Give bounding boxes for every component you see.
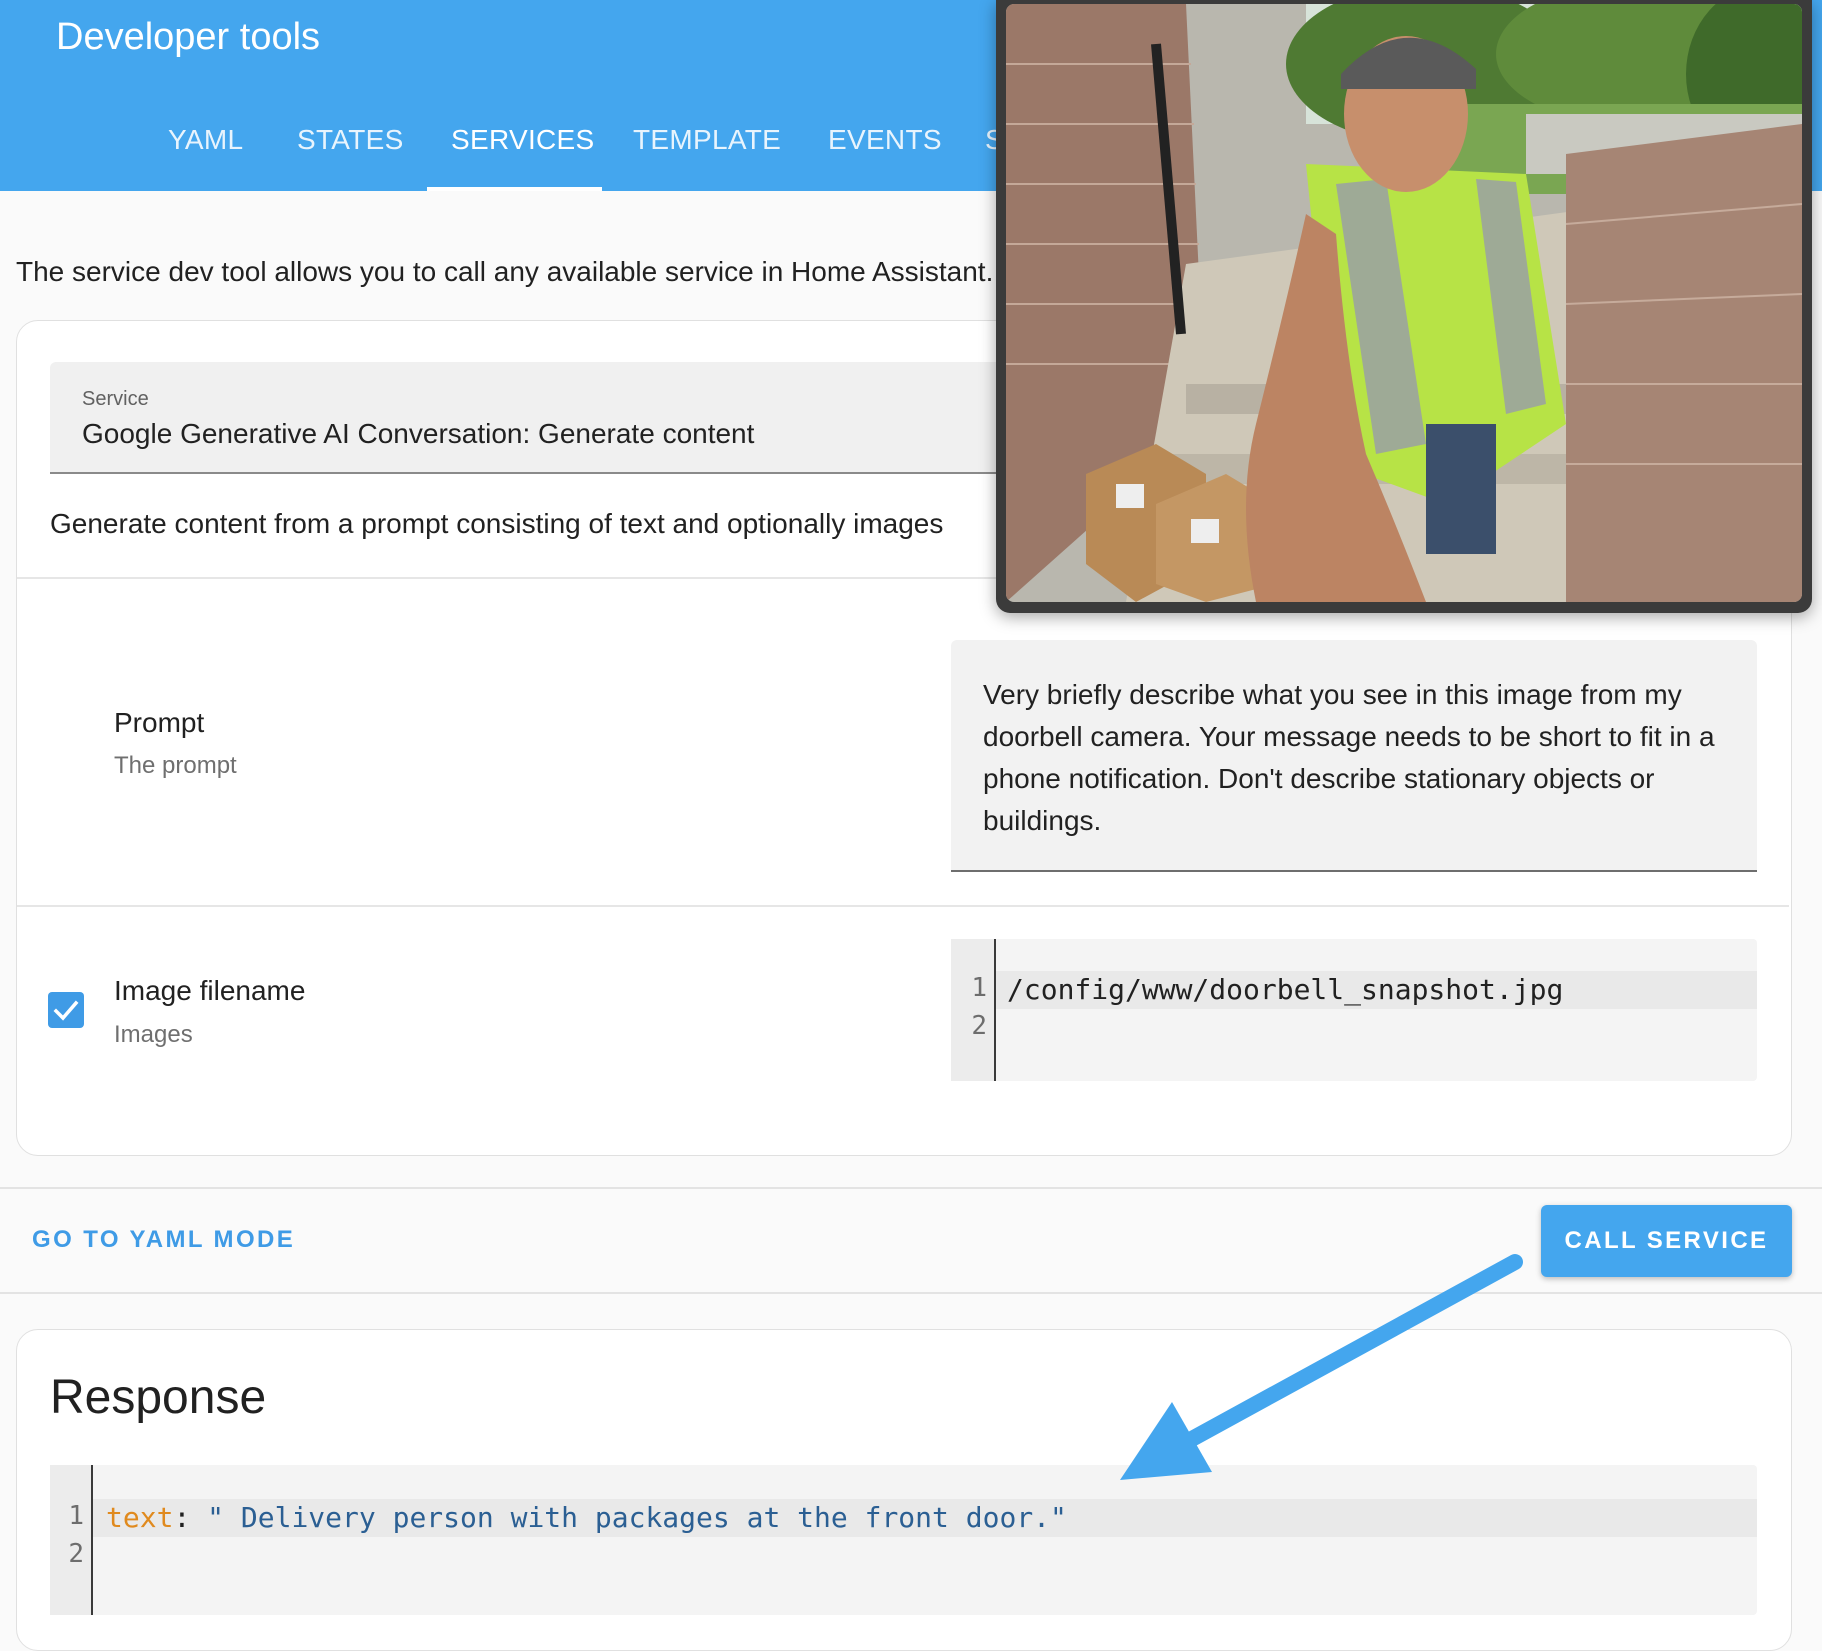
prompt-field-title: Prompt [114, 707, 205, 738]
service-label: Service [82, 388, 149, 410]
line-number: 1 [971, 973, 987, 1003]
tab-services[interactable]: SERVICES [451, 124, 595, 156]
active-tab-indicator [427, 187, 602, 191]
tab-yaml[interactable]: YAML [168, 124, 243, 156]
image-filename-checkbox[interactable] [48, 992, 84, 1028]
prompt-textarea[interactable]: Very briefly describe what you see in th… [951, 640, 1757, 872]
line-number-gutter: 1 2 [50, 1465, 93, 1615]
yaml-key: text [106, 1501, 174, 1534]
response-title: Response [50, 1371, 267, 1424]
line-number: 2 [971, 1011, 987, 1041]
yaml-separator: : [173, 1501, 208, 1534]
doorbell-snapshot-window [996, 0, 1812, 613]
divider [0, 1187, 1822, 1189]
image-filename-editor[interactable]: 1 2 /config/www/doorbell_snapshot.jpg [951, 939, 1757, 1081]
line-number: 2 [68, 1539, 84, 1569]
response-line: text: " Delivery person with packages at… [106, 1501, 1067, 1534]
prompt-field-subtitle: The prompt [114, 752, 237, 779]
annotation-arrow-icon [1120, 1254, 1523, 1480]
line-number-gutter: 1 2 [951, 939, 996, 1081]
tab-events[interactable]: EVENTS [828, 124, 942, 156]
check-icon [53, 1000, 79, 1021]
yaml-string-value: " Delivery person with packages at the f… [207, 1501, 1067, 1534]
divider [17, 905, 1789, 907]
call-service-label: CALL SERVICE [1564, 1227, 1769, 1254]
tab-states[interactable]: STATES [297, 124, 404, 156]
go-to-yaml-mode-button[interactable]: GO TO YAML MODE [32, 1226, 295, 1254]
service-description: Generate content from a prompt consistin… [50, 508, 944, 539]
call-service-button[interactable]: CALL SERVICE [1541, 1205, 1792, 1277]
prompt-text: Very briefly describe what you see in th… [983, 679, 1715, 836]
tab-template[interactable]: TEMPLATE [633, 124, 781, 156]
intro-text: The service dev tool allows you to call … [16, 256, 994, 287]
service-value: Google Generative AI Conversation: Gener… [82, 418, 755, 449]
image-filename-title: Image filename [114, 975, 306, 1006]
divider [0, 1292, 1822, 1294]
line-number: 1 [68, 1501, 84, 1531]
doorbell-snapshot-image [1006, 4, 1802, 602]
image-filename-subtitle: Images [114, 1021, 193, 1048]
image-filename-value: /config/www/doorbell_snapshot.jpg [1007, 973, 1564, 1006]
